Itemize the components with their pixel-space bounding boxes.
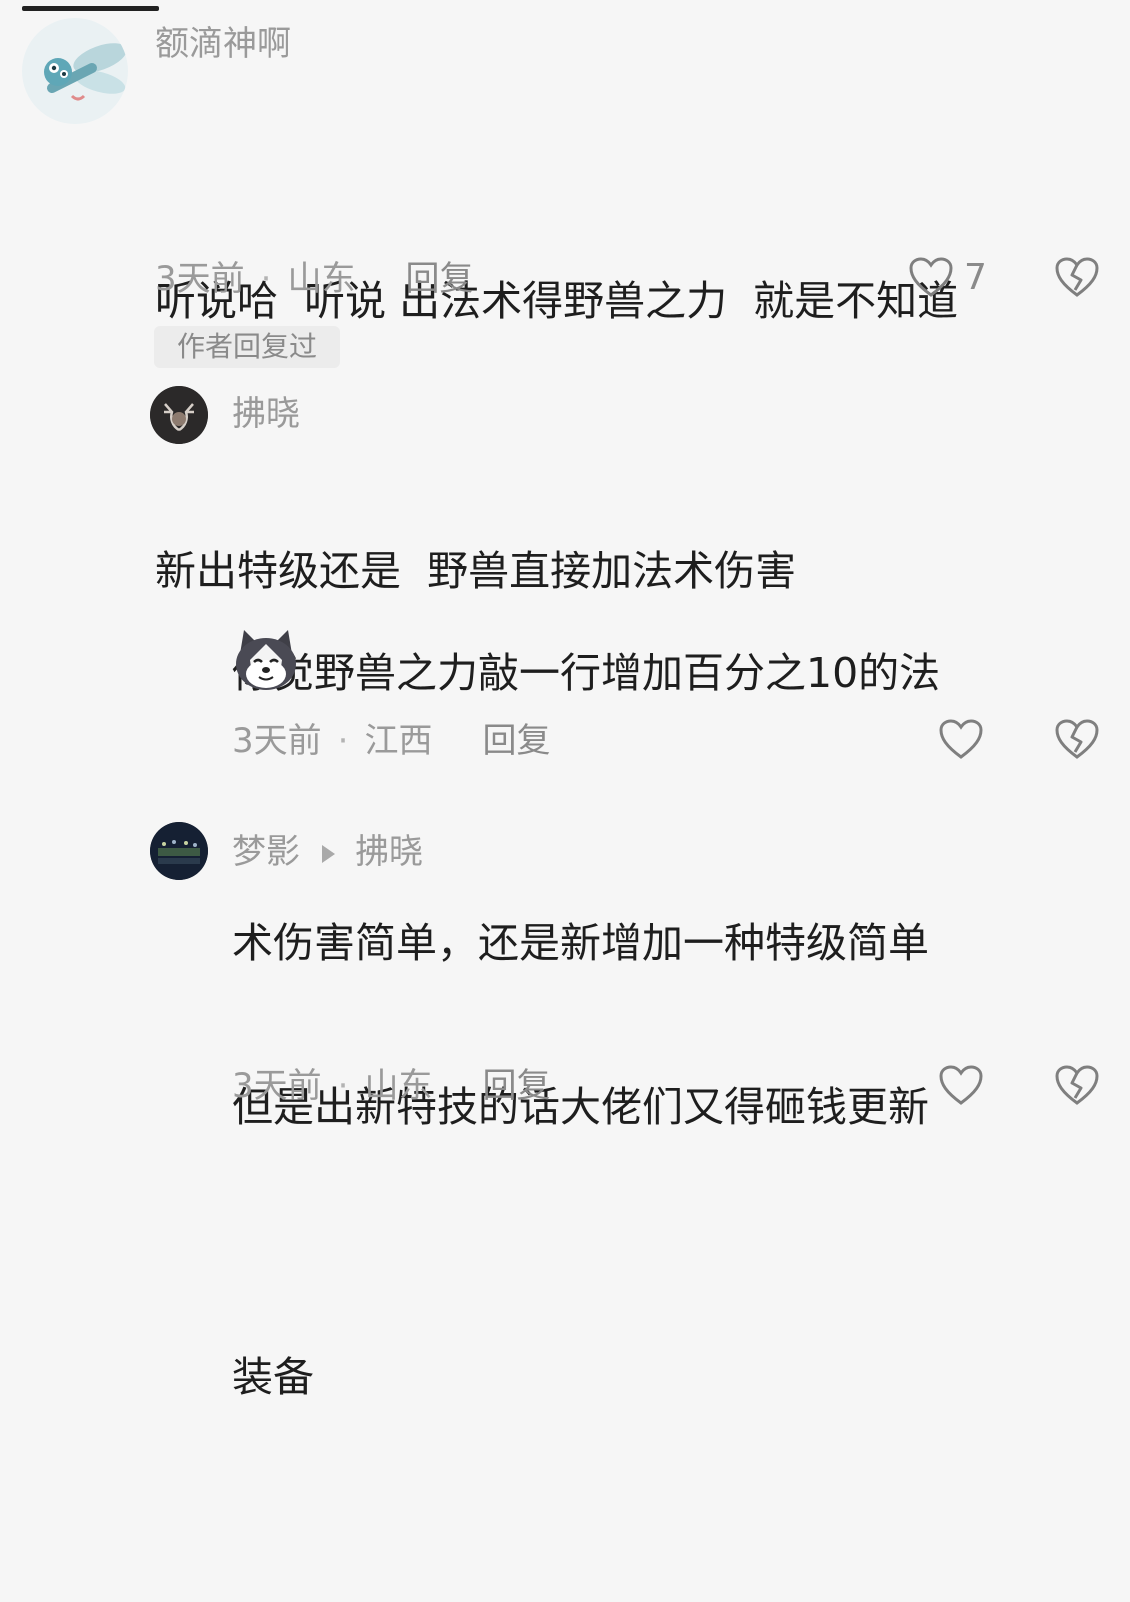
reply-button[interactable]: 回复 bbox=[482, 1066, 550, 1106]
heart-icon bbox=[939, 1065, 983, 1105]
reply-location: 山东 bbox=[364, 1066, 433, 1106]
reply-author-name[interactable]: 梦影 bbox=[232, 832, 300, 872]
reply-target-name[interactable]: 拂晓 bbox=[355, 832, 423, 872]
reply-meta: 3天前 · 山东 回复 bbox=[232, 1064, 550, 1108]
reply-text-line: 装备 bbox=[232, 1353, 314, 1401]
meta-separator: · bbox=[337, 1066, 349, 1106]
night-scene-icon bbox=[150, 822, 208, 880]
broken-heart-icon bbox=[1055, 1065, 1099, 1105]
like-button[interactable] bbox=[938, 1064, 984, 1106]
avatar-night[interactable] bbox=[150, 822, 208, 880]
reply-text: 但是出新特技的话大佬们又得砸钱更新 装备 bbox=[232, 882, 929, 1602]
reply-item: 梦影 拂晓 但是出新特技的话大佬们又得砸钱更新 装备 3天前 · 山东 回复 bbox=[0, 0, 1130, 1401]
reply-username: 梦影 拂晓 bbox=[232, 830, 423, 874]
dislike-button[interactable] bbox=[1054, 1064, 1100, 1110]
reply-time: 3天前 bbox=[232, 1066, 322, 1106]
reply-arrow-icon bbox=[322, 844, 335, 863]
